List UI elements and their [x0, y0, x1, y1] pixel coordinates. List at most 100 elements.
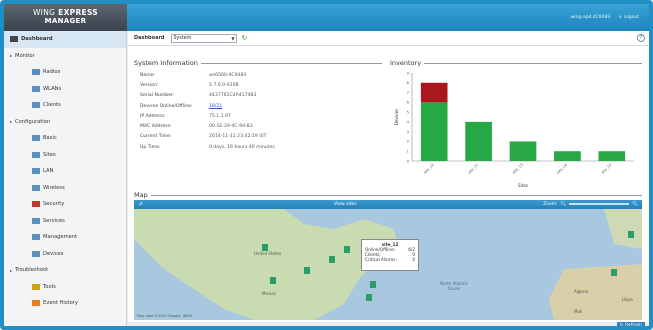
- expand-icon[interactable]: ↗: [138, 201, 143, 208]
- clients-icon: [32, 102, 40, 109]
- system-info-value[interactable]: 18/21: [209, 104, 222, 109]
- site-marker[interactable]: [370, 281, 376, 288]
- site-marker[interactable]: [262, 244, 268, 251]
- map-header-text[interactable]: View sites: [334, 202, 357, 207]
- sidebar-item-lan[interactable]: LAN: [4, 163, 126, 180]
- map-label-libya: Libya: [622, 297, 633, 302]
- y-tick-label: 2: [407, 139, 410, 144]
- sidebar-item-configuration[interactable]: ▸ Configuration: [4, 114, 126, 131]
- site-marker[interactable]: [628, 231, 634, 238]
- caret-icon: ▸: [10, 267, 13, 273]
- map-attribution: Map data ©2014 Google, INEGI: [137, 314, 193, 318]
- system-info-value: 5.7.0.0-010B: [209, 82, 239, 88]
- sidebar-item-wireless[interactable]: Wireless: [4, 180, 126, 197]
- sidebar-item-devices[interactable]: Devices: [4, 246, 126, 263]
- logout-link[interactable]: ↳ Logout: [618, 15, 639, 20]
- sidebar-item-basic[interactable]: Basic: [4, 130, 126, 147]
- app-logo: WING EXPRESS MANAGER: [4, 4, 127, 31]
- system-info-key: IP Address:: [140, 113, 166, 119]
- chevron-down-icon: ▼: [231, 35, 235, 41]
- map-title: Map: [134, 191, 642, 199]
- sidebar-item-services[interactable]: Services: [4, 213, 126, 230]
- sidebar-item-label: Radios: [43, 69, 61, 76]
- sidebar-item-label: Configuration: [15, 118, 51, 125]
- help-icon[interactable]: ?: [637, 34, 645, 42]
- dashboard-toolbar: Dashboard System ▼ ↻ ?: [128, 31, 649, 46]
- sidebar-item-label: LAN: [43, 168, 54, 175]
- zoom-out-icon[interactable]: 🔍︎: [561, 202, 567, 207]
- sidebar-item-wlans[interactable]: WLANs: [4, 81, 126, 98]
- sidebar-item-label: Devices: [43, 250, 64, 257]
- sidebar-item-sites[interactable]: Sites: [4, 147, 126, 164]
- map-label-algeria: Algeria: [574, 289, 589, 294]
- system-info-row: Version: 5.7.0.0-010B: [134, 80, 382, 90]
- sidebar-item-label: Wireless: [43, 184, 65, 191]
- sidebar-item-radios[interactable]: Radios: [4, 64, 126, 81]
- y-tick-label: 1: [407, 149, 410, 154]
- wireless-icon: [32, 184, 40, 191]
- y-axis-label: Devices: [394, 109, 399, 126]
- site-marker[interactable]: [344, 246, 350, 253]
- sidebar-item-label: Clients: [43, 102, 61, 109]
- footer-bar: ↻ Refresh: [128, 322, 649, 326]
- system-info-key: Devices Online/Offline:: [140, 103, 193, 109]
- bar-online: [554, 151, 581, 161]
- lan-icon: [32, 168, 40, 175]
- x-tick-label: site_13: [512, 163, 524, 175]
- system-info-key: Up Time:: [140, 144, 161, 150]
- y-tick-label: 3: [407, 129, 410, 134]
- sidebar-item-event-history[interactable]: Event History: [4, 295, 126, 312]
- system-info-value: 0 days, 16 hours 40 minutes: [209, 144, 275, 150]
- view-select[interactable]: System ▼: [170, 33, 237, 43]
- system-info-value: 2014-11-11 23:42:19 IST: [209, 134, 267, 140]
- system-info-key: MAC Address:: [140, 124, 172, 130]
- sidebar-item-label: Basic: [43, 135, 57, 142]
- site-marker[interactable]: [366, 294, 372, 301]
- x-tick-label: site_12: [423, 163, 435, 175]
- sidebar-item-troubleshoot[interactable]: ▸ Troubleshoot: [4, 262, 126, 279]
- map-label-united-states: United States: [254, 251, 282, 256]
- sidebar-item-clients[interactable]: Clients: [4, 97, 126, 114]
- basic-icon: [32, 135, 40, 142]
- dashboard-icon: [10, 36, 18, 43]
- site-marker[interactable]: [611, 269, 617, 276]
- refresh-button[interactable]: ↻ Refresh: [616, 322, 645, 326]
- system-info-row: Current Time: 2014-11-11 23:42:19 IST: [134, 132, 382, 142]
- sidebar-item-label: Dashboard: [21, 36, 53, 43]
- sidebar-item-label: WLANs: [43, 85, 62, 92]
- map-view[interactable]: United States Mexico North Atlantic Ocea…: [134, 209, 642, 320]
- zoom-in-icon[interactable]: 🔍︎: [632, 202, 638, 207]
- tools-icon: [32, 283, 40, 290]
- inventory-title: Inventory: [390, 59, 642, 67]
- x-tick-label: site_14: [556, 162, 568, 174]
- radio-icon: [32, 69, 40, 76]
- system-information-title: System Information: [134, 59, 382, 67]
- x-tick-label: site_15: [601, 163, 613, 175]
- map-header: ↗ View sites Zoom: 🔍︎ 🔍︎: [134, 200, 642, 209]
- sidebar-item-label: Management: [43, 234, 78, 241]
- x-axis-label: Sites: [518, 183, 528, 187]
- sidebar-item-label: Sites: [43, 151, 56, 158]
- refresh-icon[interactable]: ↻: [242, 34, 248, 42]
- system-information-panel: System Information Name: ws6500-4C9483 Ver…: [134, 59, 382, 152]
- wlan-icon: [32, 85, 40, 92]
- sidebar-item-tools[interactable]: Tools: [4, 279, 126, 296]
- site-marker[interactable]: [270, 277, 276, 284]
- sidebar-item-label: Security: [43, 201, 65, 208]
- event-history-icon: [32, 300, 40, 307]
- sidebar-item-management[interactable]: Management: [4, 229, 126, 246]
- sidebar-item-monitor[interactable]: ▸ Monitor: [4, 48, 126, 65]
- sidebar-item-security[interactable]: Security: [4, 196, 126, 213]
- system-info-row: Up Time: 0 days, 16 hours 40 minutes: [134, 142, 382, 152]
- zoom-slider[interactable]: [569, 203, 630, 205]
- sidebar-item-label: Monitor: [15, 52, 35, 59]
- system-info-value: 00-1E-29-4C-94-83: [209, 124, 253, 130]
- site-marker[interactable]: [304, 267, 310, 274]
- sidebar-item-dashboard[interactable]: Dashboard: [4, 31, 126, 48]
- main-content: Dashboard System ▼ ↻ ? System Informatio…: [128, 31, 649, 326]
- system-info-value: 75.1.1.97: [209, 113, 231, 119]
- y-tick-label: 5: [407, 109, 410, 114]
- site-marker[interactable]: [329, 256, 335, 263]
- system-info-key: Serial Number:: [140, 93, 175, 99]
- y-tick-label: 7: [407, 90, 410, 95]
